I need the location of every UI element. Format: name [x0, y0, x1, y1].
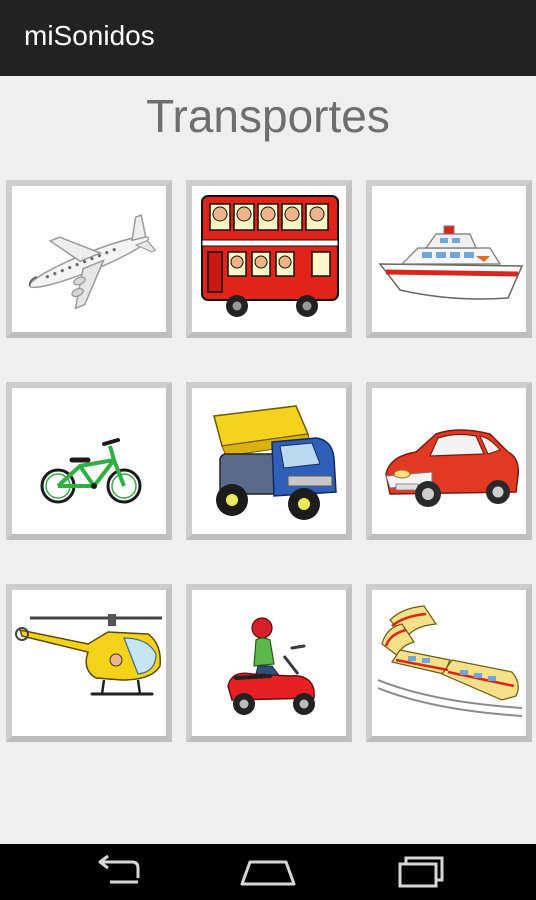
home-button[interactable] — [238, 854, 298, 890]
tile-bus[interactable] — [186, 180, 352, 338]
tile-airplane[interactable] — [6, 180, 172, 338]
tile-train[interactable] — [366, 584, 532, 742]
back-icon — [98, 854, 140, 884]
boat-icon — [378, 225, 524, 300]
system-nav-bar — [0, 844, 536, 900]
bus-icon — [201, 195, 339, 317]
app-title: miSonidos — [24, 20, 155, 51]
tile-helicopter[interactable] — [6, 584, 172, 742]
action-bar: miSonidos — [0, 0, 536, 76]
tile-dump-truck[interactable] — [186, 382, 352, 540]
bicycle-icon — [40, 438, 142, 504]
airplane-icon — [28, 213, 157, 310]
back-button[interactable] — [90, 854, 150, 890]
tile-bicycle[interactable] — [6, 382, 172, 540]
recent-apps-icon — [398, 856, 444, 888]
tile-boat[interactable] — [366, 180, 532, 338]
tile-scooter[interactable] — [186, 584, 352, 742]
content-area: Transportes — [0, 76, 536, 844]
screen-title: Transportes — [146, 90, 390, 142]
train-icon — [377, 605, 523, 717]
tile-car[interactable] — [366, 382, 532, 540]
recent-apps-button[interactable] — [390, 854, 450, 890]
dump-truck-icon — [213, 405, 337, 520]
home-icon — [240, 860, 296, 886]
car-icon — [385, 429, 520, 507]
scooter-icon — [227, 617, 315, 715]
helicopter-icon — [15, 614, 162, 696]
